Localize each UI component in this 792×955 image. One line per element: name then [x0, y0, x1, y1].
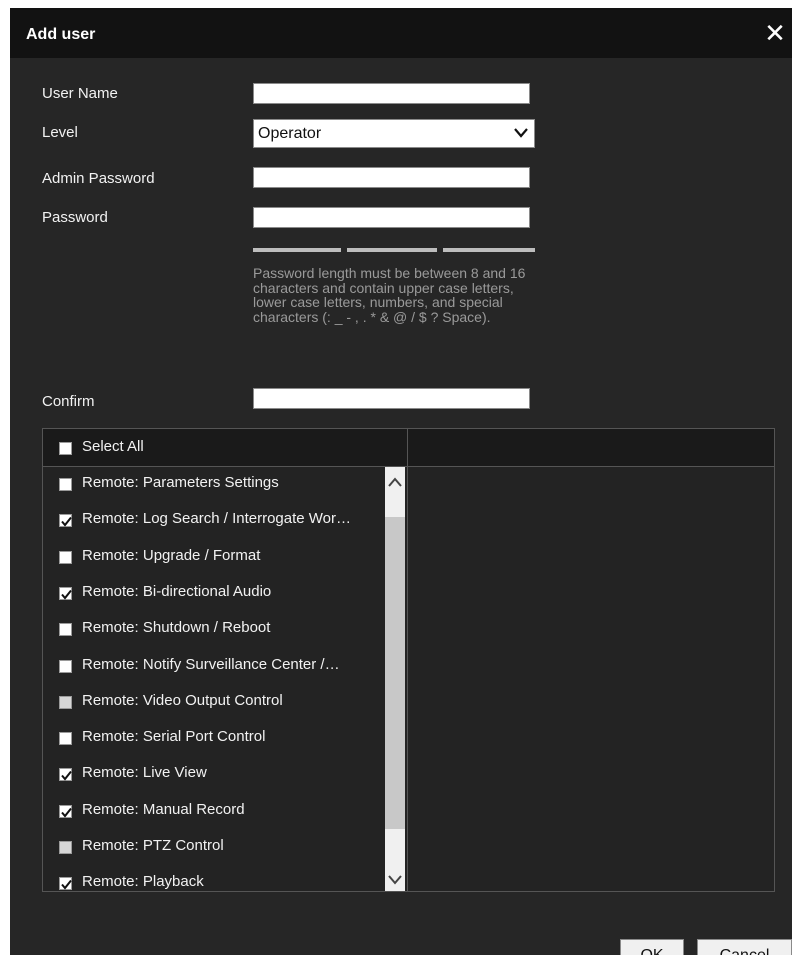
- checkmark-icon: [61, 589, 72, 600]
- permission-checkbox: [59, 695, 72, 709]
- confirm-password-input[interactable]: [253, 388, 530, 409]
- permission-checkbox[interactable]: [59, 877, 72, 891]
- permission-item[interactable]: Remote: Log Search / Interrogate Wor…: [43, 503, 383, 539]
- checkmark-icon: [61, 807, 72, 818]
- permissions-scrollbar[interactable]: [385, 467, 405, 891]
- permission-label: Remote: Log Search / Interrogate Wor…: [82, 510, 352, 528]
- chevron-down-icon: [514, 128, 528, 138]
- permission-item[interactable]: Remote: Shutdown / Reboot: [43, 612, 383, 648]
- checkmark-icon: [61, 517, 72, 527]
- admin-password-input[interactable]: [253, 167, 530, 188]
- permissions-list: Remote: Parameters Settings Remote: Log S…: [43, 467, 407, 891]
- scroll-down-arrow-icon[interactable]: [385, 869, 405, 889]
- permission-item[interactable]: Remote: Playback: [43, 866, 383, 891]
- permission-checkbox[interactable]: [59, 478, 72, 491]
- permission-item[interactable]: Remote: Upgrade / Format: [43, 540, 383, 576]
- permission-checkbox[interactable]: [59, 550, 72, 564]
- select-all-label: Select All: [82, 438, 144, 455]
- dialog-title: Add user: [26, 26, 96, 43]
- permission-label: Remote: Playback: [82, 873, 204, 891]
- permission-item[interactable]: Remote: Bi-directional Audio: [43, 576, 383, 612]
- permission-label: Remote: Live View: [82, 764, 207, 782]
- permission-checkbox[interactable]: [59, 586, 72, 600]
- password-label: Password: [42, 209, 108, 226]
- user-name-label: User Name: [42, 85, 118, 102]
- permission-item[interactable]: Remote: Live View: [43, 757, 383, 793]
- permission-item[interactable]: Remote: Parameters Settings: [43, 467, 383, 503]
- permission-label: Remote: Upgrade / Format: [82, 546, 261, 564]
- header-divider: [407, 429, 408, 466]
- permissions-table: Select All Remote: Parameters Settings Re…: [42, 428, 775, 892]
- password-strength-bar-1: [253, 248, 341, 252]
- permission-label: Remote: Video Output Control: [82, 691, 283, 709]
- password-strength-bar-3: [443, 248, 535, 252]
- confirm-label: Confirm: [42, 393, 95, 410]
- scroll-up-arrow-icon[interactable]: [385, 473, 405, 493]
- user-name-input[interactable]: [253, 83, 530, 104]
- permission-item[interactable]: Remote: Serial Port Control: [43, 721, 383, 757]
- permissions-header: Select All: [43, 429, 774, 467]
- permission-checkbox[interactable]: [59, 514, 72, 528]
- permission-label: Remote: Parameters Settings: [82, 474, 279, 491]
- select-all-checkbox[interactable]: [59, 442, 72, 455]
- add-user-dialog: Add user ✕ User Name Level Operator Admi…: [10, 8, 792, 955]
- column-divider: [407, 466, 408, 891]
- ok-button[interactable]: OK: [620, 939, 684, 955]
- permission-checkbox[interactable]: [59, 623, 72, 637]
- password-input[interactable]: [253, 207, 530, 228]
- permission-label: Remote: Notify Surveillance Center /…: [82, 655, 340, 673]
- password-hint: Password length must be between 8 and 16…: [253, 265, 526, 325]
- scrollbar-thumb[interactable]: [385, 517, 405, 829]
- permission-label: Remote: PTZ Control: [82, 837, 224, 854]
- permission-checkbox[interactable]: [59, 804, 72, 818]
- cancel-button[interactable]: Cancel: [697, 939, 792, 955]
- level-select[interactable]: Operator: [253, 119, 535, 148]
- checkmark-icon: [61, 880, 72, 890]
- close-icon[interactable]: ✕: [762, 18, 788, 48]
- level-select-value: Operator: [258, 125, 322, 142]
- permission-checkbox[interactable]: [59, 768, 72, 782]
- permission-item[interactable]: Remote: PTZ Control: [43, 830, 383, 866]
- permission-item[interactable]: Remote: Manual Record: [43, 794, 383, 830]
- admin-password-label: Admin Password: [42, 170, 155, 187]
- permission-checkbox: [59, 841, 72, 854]
- permission-item[interactable]: Remote: Video Output Control: [43, 685, 383, 721]
- permission-label: Remote: Manual Record: [82, 800, 245, 818]
- permission-checkbox[interactable]: [59, 732, 72, 746]
- dialog-titlebar: Add user ✕: [10, 8, 792, 58]
- level-label: Level: [42, 124, 78, 141]
- permission-label: Remote: Serial Port Control: [82, 728, 266, 746]
- permission-item[interactable]: Remote: Notify Surveillance Center /…: [43, 649, 383, 685]
- checkmark-icon: [61, 771, 72, 781]
- permission-label: Remote: Bi-directional Audio: [82, 582, 272, 600]
- permission-label: Remote: Shutdown / Reboot: [82, 619, 271, 637]
- password-strength-bar-2: [347, 248, 437, 252]
- permission-checkbox[interactable]: [59, 659, 72, 673]
